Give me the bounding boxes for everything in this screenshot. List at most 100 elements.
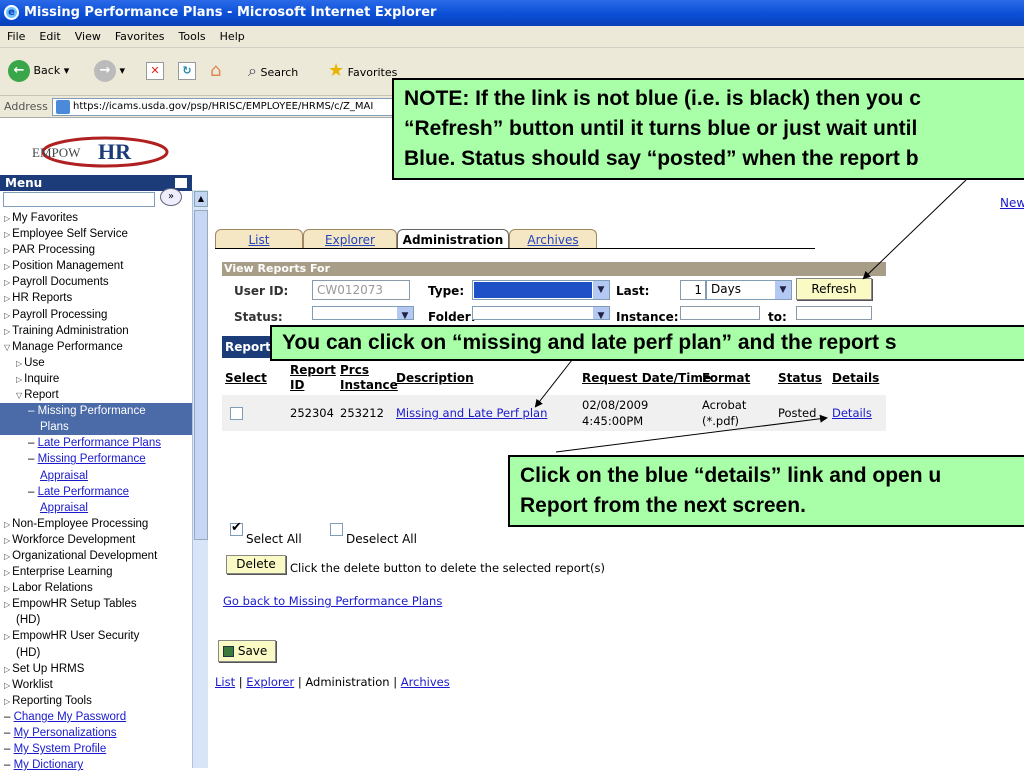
menu-item-hr-reports[interactable]: ▷ HR Reports bbox=[0, 290, 192, 306]
user-id-input[interactable]: CW012073 bbox=[312, 280, 410, 300]
deselect-all-icon[interactable] bbox=[330, 523, 343, 536]
deselect-all-label[interactable]: Deselect All bbox=[346, 532, 417, 546]
menu-item-missing-performance-plans[interactable]: – Missing Performance bbox=[0, 403, 192, 420]
menu-item-non-employee-processing[interactable]: ▷ Non-Employee Processing bbox=[0, 516, 192, 532]
save-button[interactable]: Save bbox=[218, 640, 276, 662]
menu-favorites[interactable]: Favorites bbox=[108, 30, 172, 43]
scrollbar-thumb[interactable] bbox=[194, 210, 208, 540]
triangle-right-icon: ▷ bbox=[4, 519, 11, 529]
home-icon: ⌂ bbox=[210, 60, 222, 81]
delete-button[interactable]: Delete bbox=[226, 555, 286, 574]
menu-item-empowhr-setup-tables-cont[interactable]: (HD) bbox=[0, 612, 192, 628]
folder-select[interactable]: ▼ bbox=[472, 306, 610, 320]
minimize-menu-icon[interactable] bbox=[175, 178, 187, 188]
instance-from-input[interactable] bbox=[680, 306, 760, 320]
triangle-down-icon: ▽ bbox=[4, 342, 11, 352]
menu-item-late-performance-appraisal-cont[interactable]: Appraisal bbox=[0, 500, 192, 516]
details-link[interactable]: Details bbox=[832, 406, 872, 421]
chevron-down-icon[interactable]: ▼ bbox=[593, 281, 609, 299]
menu-item-par-processing[interactable]: ▷ PAR Processing bbox=[0, 242, 192, 258]
menu-search-go-icon[interactable]: » bbox=[160, 188, 182, 206]
menu-item-training-administration[interactable]: ▷ Training Administration bbox=[0, 323, 192, 339]
triangle-right-icon: ▷ bbox=[4, 294, 11, 304]
new-window-link[interactable]: New bbox=[1000, 196, 1024, 210]
stop-button[interactable]: ✕ bbox=[146, 60, 164, 82]
tab-explorer[interactable]: Explorer bbox=[303, 229, 397, 249]
menu-item-empowhr-user-security-cont[interactable]: (HD) bbox=[0, 645, 192, 661]
chevron-down-icon[interactable]: ▼ bbox=[593, 307, 609, 319]
menu-item-empowhr-setup-tables[interactable]: ▷ EmpowHR Setup Tables bbox=[0, 596, 192, 612]
footer-link-list[interactable]: List bbox=[215, 675, 235, 689]
forward-button[interactable]: → ▾ bbox=[94, 60, 125, 82]
footer-link-archives[interactable]: Archives bbox=[401, 675, 450, 689]
menu-item-missing-performance-appraisal[interactable]: – Missing Performance bbox=[0, 451, 192, 467]
window-title-bar: e Missing Performance Plans - Microsoft … bbox=[0, 0, 1024, 26]
menu-item-my-favorites[interactable]: ▷ My Favorites bbox=[0, 210, 192, 226]
go-back-link[interactable]: Go back to Missing Performance Plans bbox=[223, 594, 442, 608]
menu-item-late-performance-appraisal[interactable]: – Late Performance bbox=[0, 484, 192, 500]
refresh-browser-button[interactable]: ↻ bbox=[178, 60, 196, 82]
menu-item-payroll-documents[interactable]: ▷ Payroll Documents bbox=[0, 274, 192, 290]
menu-search-input[interactable] bbox=[3, 192, 155, 207]
triangle-down-icon: ▽ bbox=[16, 391, 23, 401]
missing-late-perf-plan-link[interactable]: Missing and Late Perf plan bbox=[396, 406, 547, 421]
tab-list[interactable]: List bbox=[215, 229, 303, 249]
menu-item-my-personalizations[interactable]: – My Personalizations bbox=[0, 725, 192, 741]
menu-item-report[interactable]: ▽ Report bbox=[0, 387, 192, 403]
days-select[interactable]: Days ▼ bbox=[706, 280, 792, 300]
back-button[interactable]: ← Back ▾ bbox=[8, 60, 69, 82]
menu-item-late-performance-plans[interactable]: – Late Performance Plans bbox=[0, 435, 192, 451]
select-all-icon[interactable]: ✔ bbox=[230, 520, 243, 536]
menu-item-my-dictionary[interactable]: – My Dictionary bbox=[0, 757, 192, 773]
menu-item-position-management[interactable]: ▷ Position Management bbox=[0, 258, 192, 274]
menu-item-use[interactable]: ▷ Use bbox=[0, 355, 192, 371]
scroll-up-icon[interactable]: ▲ bbox=[194, 191, 208, 207]
menu-item-missing-performance-appraisal-cont[interactable]: Appraisal bbox=[0, 468, 192, 484]
chevron-down-icon[interactable]: ▼ bbox=[775, 281, 791, 299]
menu-item-labor-relations[interactable]: ▷ Labor Relations bbox=[0, 580, 192, 596]
footer-link-explorer[interactable]: Explorer bbox=[246, 675, 294, 689]
menu-item-change-my-password[interactable]: – Change My Password bbox=[0, 709, 192, 725]
triangle-right-icon: ▷ bbox=[4, 584, 11, 594]
menu-view[interactable]: View bbox=[68, 30, 108, 43]
menu-item-inquire[interactable]: ▷ Inquire bbox=[0, 371, 192, 387]
triangle-right-icon: ▷ bbox=[4, 632, 11, 642]
menu-item-workforce-development[interactable]: ▷ Workforce Development bbox=[0, 532, 192, 548]
to-label: to: bbox=[768, 310, 787, 324]
menu-help[interactable]: Help bbox=[213, 30, 252, 43]
search-button[interactable]: ⌕ Search bbox=[248, 60, 298, 84]
menu-scrollbar[interactable]: ▲ bbox=[192, 190, 208, 768]
menu-item-employee-self-service[interactable]: ▷ Employee Self Service bbox=[0, 226, 192, 242]
menu-item-enterprise-learning[interactable]: ▷ Enterprise Learning bbox=[0, 564, 192, 580]
menu-item-empowhr-user-security[interactable]: ▷ EmpowHR User Security bbox=[0, 628, 192, 644]
refresh-button[interactable]: Refresh bbox=[796, 278, 872, 300]
menu-item-payroll-processing[interactable]: ▷ Payroll Processing bbox=[0, 307, 192, 323]
favorites-button[interactable]: ★ Favorites bbox=[328, 60, 397, 84]
svg-text:HR: HR bbox=[98, 139, 132, 164]
row-format-1: Acrobat bbox=[702, 398, 747, 412]
menu-item-set-up-hrms[interactable]: ▷ Set Up HRMS bbox=[0, 661, 192, 677]
home-button[interactable]: ⌂ bbox=[210, 60, 221, 84]
status-select[interactable]: ▼ bbox=[312, 306, 414, 320]
address-input[interactable]: https://icams.usda.gov/psp/HRISC/EMPLOYE… bbox=[52, 98, 412, 116]
row-select-checkbox[interactable] bbox=[230, 407, 243, 420]
menu-item-missing-performance-plans-cont[interactable]: Plans bbox=[0, 419, 192, 436]
instance-to-input[interactable] bbox=[796, 306, 872, 320]
menu-file[interactable]: File bbox=[0, 30, 32, 43]
type-select[interactable]: ▼ bbox=[472, 280, 610, 300]
chevron-down-icon[interactable]: ▼ bbox=[397, 307, 413, 319]
menu-item-reporting-tools[interactable]: ▷ Reporting Tools bbox=[0, 693, 192, 709]
last-input[interactable]: 1 bbox=[680, 280, 706, 300]
status-label: Status: bbox=[234, 310, 283, 324]
tab-administration[interactable]: Administration bbox=[397, 229, 509, 249]
tab-archives[interactable]: Archives bbox=[509, 229, 597, 249]
menu-edit[interactable]: Edit bbox=[32, 30, 67, 43]
menu-item-manage-performance[interactable]: ▽ Manage Performance bbox=[0, 339, 192, 355]
col-status: Status bbox=[778, 371, 822, 385]
view-reports-header: View Reports For bbox=[222, 262, 886, 276]
menu-tools[interactable]: Tools bbox=[172, 30, 213, 43]
menu-item-my-system-profile[interactable]: – My System Profile bbox=[0, 741, 192, 757]
menu-item-organizational-development[interactable]: ▷ Organizational Development bbox=[0, 548, 192, 564]
menu-item-worklist[interactable]: ▷ Worklist bbox=[0, 677, 192, 693]
select-all-label[interactable]: Select All bbox=[246, 532, 302, 546]
